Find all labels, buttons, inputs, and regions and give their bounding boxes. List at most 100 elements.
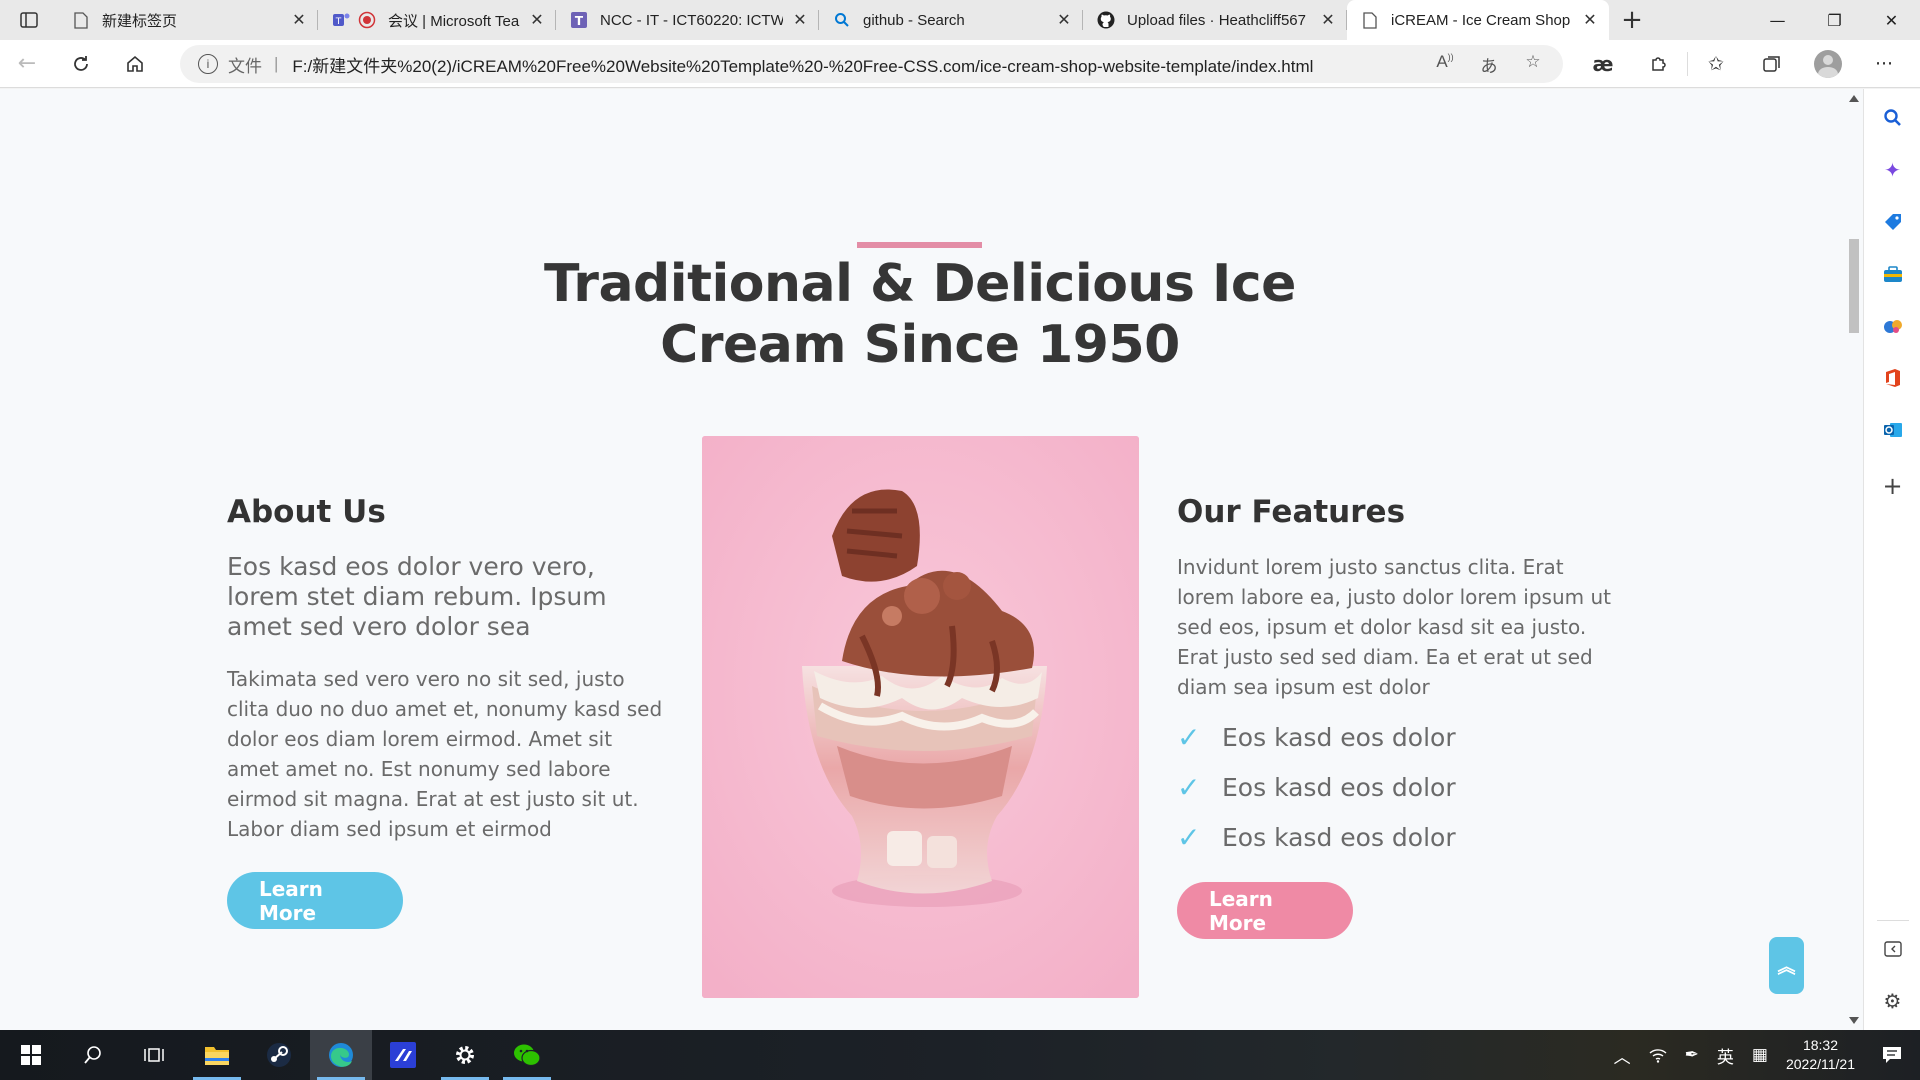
new-tab-button[interactable]: + [1609,0,1655,40]
settings-more-icon[interactable]: ··· [1856,40,1912,88]
clock-date: 2022/11/21 [1785,1056,1855,1072]
file-explorer-app[interactable] [186,1030,248,1080]
tab-title: Upload files · Heathcliff567 [1127,11,1306,29]
title-accent-bar [857,242,982,248]
check-icon: ✓ [1177,820,1201,854]
shopping-tag-icon[interactable] [1864,207,1920,237]
scroll-thumb[interactable] [1849,239,1859,333]
steam-icon [267,1043,291,1067]
refresh-button[interactable] [54,40,108,88]
close-icon[interactable]: ✕ [791,10,809,30]
extension-ae-icon[interactable]: æ [1575,40,1631,88]
avatar [1814,50,1842,78]
add-favorite-icon[interactable]: ☆ [1511,52,1555,77]
back-button[interactable]: ← [0,40,54,88]
wechat-app[interactable] [496,1030,558,1080]
office-icon[interactable] [1864,363,1920,393]
feature-list-item: ✓ Eos kasd eos dolor [1177,762,1617,812]
outlook-icon[interactable] [1864,415,1920,445]
recording-icon [358,11,376,29]
visual-studio-app[interactable] [372,1030,434,1080]
home-button[interactable] [108,40,162,88]
tab-icream[interactable]: iCREAM - Ice Cream Shop W ✕ [1347,0,1609,40]
refresh-icon [74,55,88,71]
tab-title: iCREAM - Ice Cream Shop W [1391,11,1573,29]
sidebar-divider [1877,920,1909,921]
tab-actions-icon [20,12,38,28]
back-to-top-button[interactable]: ︽ [1769,937,1804,994]
close-icon[interactable]: ✕ [1319,10,1337,30]
features-learn-more-button[interactable]: Learn More [1177,882,1353,939]
hide-sidebar-icon[interactable] [1864,934,1920,964]
tab-ncc[interactable]: T NCC - IT - ICT60220: ICTWE ✕ [556,0,819,40]
tab-github-search[interactable]: github - Search ✕ [819,0,1083,40]
wechat-icon [514,1044,541,1067]
games-icon[interactable] [1864,311,1920,341]
notification-icon[interactable] [1864,1046,1920,1064]
start-button[interactable] [0,1030,62,1080]
chevron-up-icon[interactable]: ︿ [1605,1043,1640,1068]
system-tray: ︿ ✒ 英 ▦ 18:32 2022/11/21 [1605,1030,1920,1080]
about-body: Takimata sed vero vero no sit sed, justo… [227,667,663,841]
tab-title: NCC - IT - ICT60220: ICTWE [600,11,783,29]
close-icon[interactable]: ✕ [1581,10,1599,30]
pen-icon[interactable]: ✒ [1676,1045,1708,1065]
input-language-indicator[interactable]: 英 [1708,1043,1743,1068]
page-icon [1361,11,1379,29]
search-icon[interactable] [1864,103,1920,133]
tab-new-tab[interactable]: 新建标签页 ✕ [58,0,318,40]
clock[interactable]: 18:32 2022/11/21 [1777,1036,1864,1074]
features-body: Invidunt lorem justo sanctus clita. Erat… [1177,555,1612,699]
info-icon[interactable]: i [198,54,218,74]
windows-taskbar: ︿ ✒ 英 ▦ 18:32 2022/11/21 [0,1030,1920,1080]
taskbar-search-button[interactable] [62,1030,124,1080]
steam-app[interactable] [248,1030,310,1080]
profile-avatar[interactable] [1800,40,1856,88]
feature-list-item: ✓ Eos kasd eos dolor [1177,712,1617,762]
clock-time: 18:32 [1802,1037,1838,1053]
address-bar[interactable]: i 文件 | F:/新建文件夹%20(2)/iCREAM%20Free%20We… [180,45,1563,83]
scroll-down-arrow[interactable] [1849,1017,1859,1024]
read-aloud-icon[interactable]: A)) [1423,52,1467,77]
favorites-icon[interactable]: ✩ [1688,40,1744,88]
task-view-button[interactable] [124,1030,186,1080]
about-heading: About Us [227,494,386,530]
tab-upload-files[interactable]: Upload files · Heathcliff567 ✕ [1083,0,1347,40]
url-text[interactable]: F:/新建文件夹%20(2)/iCREAM%20Free%20Website%2… [292,52,1423,77]
close-icon[interactable]: ✕ [290,10,308,30]
feature-text: Eos kasd eos dolor [1222,722,1456,752]
wifi-icon[interactable] [1640,1047,1676,1063]
ice-cream-photo [702,436,1139,998]
search-icon [833,11,851,29]
features-section: Our Features Invidunt lorem justo sanctu… [1177,494,1617,862]
ime-mode-icon[interactable]: ▦ [1743,1045,1777,1065]
minimize-button[interactable]: — [1749,0,1806,40]
collections-icon[interactable] [1744,40,1800,88]
close-icon[interactable]: ✕ [528,10,546,30]
scroll-up-arrow[interactable] [1849,95,1859,102]
address-separator: | [274,54,279,73]
double-chevron-up-icon: ︽ [1777,956,1796,978]
github-icon [1097,11,1115,29]
feature-text: Eos kasd eos dolor [1222,822,1456,852]
translate-icon[interactable]: あ [1467,52,1511,77]
home-icon [127,55,143,72]
tools-icon[interactable] [1864,259,1920,289]
discover-sparkle-icon[interactable]: ✦ [1864,155,1920,185]
close-window-button[interactable]: ✕ [1863,0,1920,40]
edge-sidebar: ✦ + ⚙ [1863,89,1920,1030]
close-icon[interactable]: ✕ [1055,10,1073,30]
add-sidebar-app-icon[interactable]: + [1864,471,1920,501]
page-scrollbar[interactable] [1845,89,1863,1030]
restore-button[interactable]: ❐ [1806,0,1863,40]
edge-icon [329,1043,353,1067]
tab-title: 新建标签页 [102,12,178,30]
extensions-icon[interactable] [1631,40,1687,88]
sidebar-settings-icon[interactable]: ⚙ [1864,986,1920,1016]
edge-app[interactable] [310,1030,372,1080]
browser-toolbar: ← i 文件 | F:/新建文件夹%20(2)/iCREAM%20Free%20… [0,40,1920,88]
tab-teams[interactable]: T 会议 | Microsoft Teams ✕ [318,0,556,40]
tab-actions-button[interactable] [0,0,58,40]
about-learn-more-button[interactable]: Learn More [227,872,403,929]
settings-app[interactable] [434,1030,496,1080]
